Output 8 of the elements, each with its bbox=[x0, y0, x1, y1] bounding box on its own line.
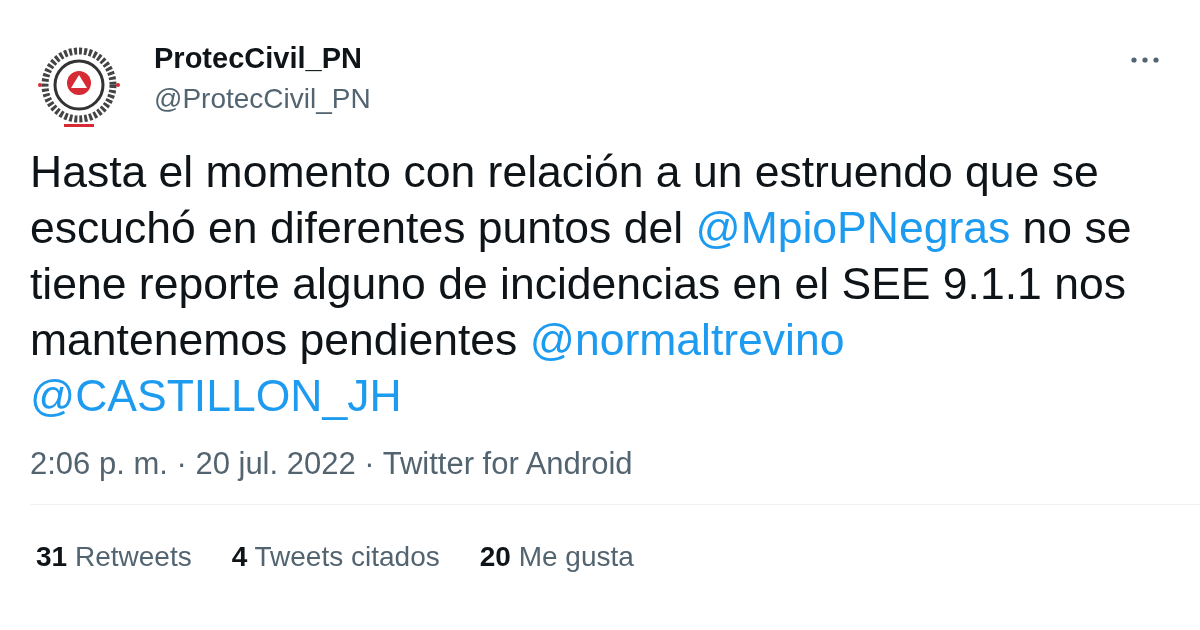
tweet-text: Hasta el momento con relación a un estruendo que se escuchó en diferentes puntos del @MpioPNegras no se tiene reporte alguno de incidencias en el SEE 9.1.1 nos mantenemos pendientes @normaltrevino @CASTILLON_JH bbox=[30, 146, 1133, 422]
stat-link[interactable]: 31 Retweets bbox=[36, 541, 192, 573]
more-options-icon[interactable] bbox=[1128, 54, 1162, 66]
account-handle[interactable]: @ProtecCivil_PN bbox=[154, 83, 371, 115]
stat-link[interactable]: 20 Me gusta bbox=[479, 541, 634, 573]
stat-link[interactable]: 4 Tweets citados bbox=[231, 541, 440, 573]
tweet-timestamp: 2:06 p. m. · 20 jul. 2022 · Twitter for Android bbox=[30, 446, 633, 482]
account-name[interactable]: ProtecCivil_PN bbox=[154, 42, 362, 75]
